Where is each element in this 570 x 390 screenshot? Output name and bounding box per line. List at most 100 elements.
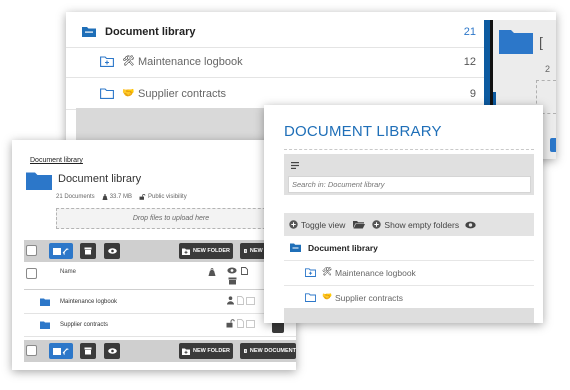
preview-button[interactable] (104, 343, 120, 359)
visibility-label: Public visibility (148, 194, 187, 200)
document-count-label: 21 Documents (56, 194, 95, 200)
archive-icon (246, 319, 255, 328)
tree-item-label: Maintenance logbook (335, 268, 416, 278)
page-title: Document library (58, 173, 142, 185)
plus-circle-icon[interactable] (372, 220, 382, 229)
panel-title: DOCUMENT LIBRARY (284, 123, 442, 140)
folder-plus-icon (182, 248, 190, 255)
archive-icon (246, 296, 255, 305)
tools-emoji: 🛠 (122, 56, 135, 67)
select-all-checkbox[interactable] (26, 345, 37, 356)
unlock-icon (139, 194, 146, 200)
folder-open-icon (290, 243, 301, 252)
folder-icon (40, 321, 50, 329)
search-input[interactable] (288, 176, 531, 193)
detail-meta-fragment: 2 (545, 64, 551, 74)
table-row[interactable]: Supplier contracts (24, 314, 296, 337)
handshake-emoji: 🤝 (322, 292, 332, 301)
tree-item-document-library[interactable]: Document library 21 (66, 16, 484, 48)
library-size: 33.7 MB (102, 194, 132, 200)
folder-link-icon (53, 247, 69, 255)
handshake-emoji: 🤝 (122, 88, 135, 99)
document-plus-icon (244, 349, 247, 353)
new-folder-label: NEW FOLDER (193, 348, 230, 354)
archive-icon (84, 347, 92, 355)
archive-button[interactable] (80, 343, 96, 359)
toolbar-button-fragment[interactable] (550, 138, 556, 152)
folder-open-icon (82, 27, 96, 37)
folder-icon (40, 298, 50, 306)
tree-footer (284, 308, 534, 323)
breadcrumb[interactable]: Document library (30, 157, 83, 164)
new-folder-button[interactable]: NEW FOLDER (179, 343, 233, 359)
library-sidebar-panel: DOCUMENT LIBRARY Toggle view Show empty … (264, 105, 543, 323)
show-empty-folders-button[interactable]: Show empty folders (384, 220, 459, 230)
toggle-view-button[interactable]: Toggle view (301, 220, 345, 230)
tree-toolbar: Toggle view Show empty folders (284, 213, 534, 236)
folder-icon (305, 293, 316, 302)
row-name: Maintenance logbook (60, 299, 118, 305)
visibility-column-icon (227, 267, 237, 274)
archive-icon (84, 247, 92, 255)
file-icon (237, 319, 244, 328)
tree-item-label: Maintenance logbook (138, 55, 243, 68)
folder-icon (26, 172, 52, 190)
view-toggle-button[interactable] (49, 243, 73, 259)
toolbar-top: NEW FOLDER NEW DOCUMENT (24, 240, 296, 262)
row-status-icons (226, 296, 255, 305)
upload-dropzone[interactable]: Drop files to upload here (56, 208, 286, 229)
detail-title-fragment: [ (539, 34, 543, 50)
tree-item-document-library[interactable]: Document library (284, 236, 534, 261)
header-checkbox[interactable] (26, 268, 37, 279)
eye-icon (107, 248, 117, 254)
tree-item-count: 21 (463, 25, 476, 38)
table-header: Name (24, 264, 296, 290)
view-toggle-button[interactable] (49, 343, 73, 359)
weight-icon (102, 194, 108, 200)
eye-icon[interactable] (465, 221, 476, 229)
row-status-icons (226, 319, 255, 328)
document-count: 21 Documents (56, 194, 95, 200)
folder-icon (499, 30, 533, 54)
tree-item-label: Supplier contracts (138, 87, 227, 100)
folder-icon (100, 88, 114, 99)
select-all-checkbox[interactable] (26, 245, 37, 256)
new-document-label: NEW DOCUMENT (249, 348, 296, 354)
row-name: Supplier contracts (60, 322, 109, 328)
tree-item-label: Document library (308, 243, 378, 253)
library-detail-panel: Document library Document library 21 Doc… (12, 140, 296, 370)
archive-column-icon (228, 277, 237, 285)
tree-item-maintenance-logbook[interactable]: 🛠 Maintenance logbook (284, 261, 534, 286)
new-folder-label: NEW FOLDER (193, 248, 230, 254)
folder-open-icon[interactable] (353, 220, 366, 229)
plus-circle-icon[interactable] (289, 220, 298, 229)
folder-plus-icon (182, 348, 190, 355)
tree-item-label: Document library (105, 25, 196, 38)
tree-item-label: Supplier contracts (335, 293, 404, 303)
table-row[interactable]: Maintenance logbook (24, 291, 296, 314)
folder-plus-icon (100, 56, 114, 67)
weight-column-icon (208, 268, 216, 276)
folder-plus-icon (305, 268, 316, 277)
toolbar-bottom: NEW FOLDER NEW DOCUMENT (24, 340, 296, 362)
library-size-label: 33.7 MB (109, 194, 133, 200)
unlock-icon (226, 319, 235, 328)
archive-button[interactable] (80, 243, 96, 259)
file-column-icon (241, 267, 248, 275)
document-plus-icon (244, 249, 247, 253)
eye-icon (107, 348, 117, 354)
dropzone-label: Drop files to upload here (132, 215, 210, 222)
title-divider (284, 149, 534, 150)
library-meta: 21 Documents 33.7 MB Public visibility (56, 194, 187, 200)
file-icon (237, 296, 244, 305)
tree-item-maintenance-logbook[interactable]: 🛠 Maintenance logbook 12 (66, 46, 484, 78)
visibility-status: Public visibility (139, 194, 187, 200)
new-folder-button[interactable]: NEW FOLDER (179, 243, 233, 259)
user-group-icon (227, 296, 234, 305)
new-document-button[interactable]: NEW DOCUMENT (240, 343, 296, 359)
column-name[interactable]: Name (60, 269, 76, 275)
menu-icon[interactable] (291, 162, 299, 169)
preview-button[interactable] (104, 243, 120, 259)
tree-item-count: 9 (469, 87, 476, 100)
folder-link-icon (53, 347, 69, 355)
